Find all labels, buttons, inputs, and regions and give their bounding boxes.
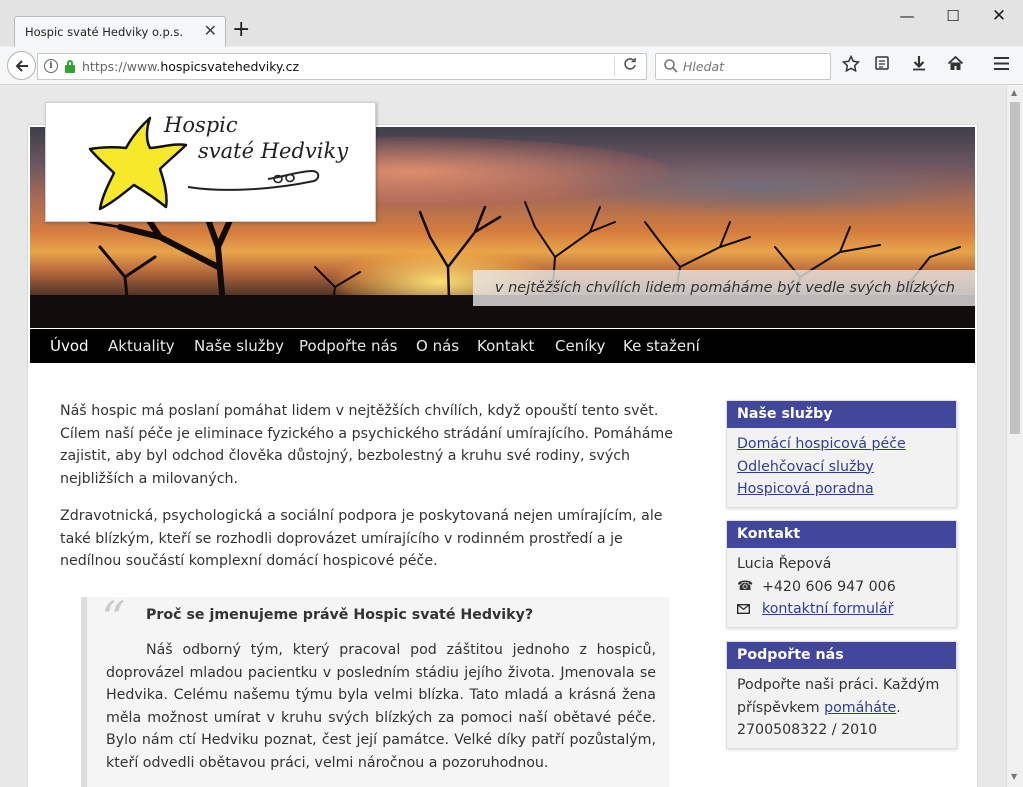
- site-logo[interactable]: Hospic svaté Hedviky: [45, 102, 376, 222]
- contact-widget-title: Kontakt: [727, 521, 956, 548]
- home-icon[interactable]: [944, 55, 966, 77]
- support-widget: Podpořte nás Podpořte naši práci. Každým…: [726, 641, 957, 749]
- back-arrow-icon[interactable]: [7, 51, 36, 80]
- tab-title: Hospic svaté Hedviky o.p.s.: [25, 25, 184, 39]
- url-prefix: https://www.: [82, 59, 161, 74]
- search-icon: [663, 58, 679, 74]
- services-widget-title: Naše služby: [727, 401, 956, 428]
- contact-form-link[interactable]: kontaktní formulář: [762, 601, 893, 617]
- contact-name: Lucia Řepová: [737, 556, 832, 572]
- main-content: Náš hospic má poslaní pomáhat lidem v ne…: [60, 400, 680, 588]
- mail-icon: [737, 598, 750, 623]
- logo-text-hospic: Hospic: [164, 113, 238, 137]
- scroll-down-icon[interactable]: ▼: [1011, 772, 1017, 781]
- service-link-home-care[interactable]: Domácí hospicová péče: [737, 436, 906, 452]
- intro-paragraph: Náš hospic má poslaní pomáhat lidem v ne…: [60, 403, 673, 487]
- search-input[interactable]: Hledat: [655, 53, 831, 80]
- nav-item-uvod[interactable]: Úvod: [50, 329, 89, 363]
- nav-item-nase-sluzby[interactable]: Naše služby: [194, 329, 284, 363]
- page-container: v nejtěžších chvílích lidem pomáháme být…: [27, 124, 978, 787]
- service-link-respite[interactable]: Odlehčovací služby: [737, 459, 874, 475]
- scroll-up-icon[interactable]: ▲: [1011, 88, 1017, 97]
- new-tab-icon[interactable]: +: [232, 19, 250, 41]
- contact-widget: Kontakt Lucia Řepová ☎ +420 606 947 006 …: [726, 520, 957, 628]
- nav-item-ceniky[interactable]: Ceníky: [555, 329, 605, 363]
- window-close-button[interactable]: ✕: [984, 4, 1014, 28]
- quote-title: Proč se jmenujeme právě Hospic svaté Hed…: [146, 607, 534, 623]
- address-bar[interactable]: i https://www.hospicsvatehedviky.cz: [37, 53, 647, 80]
- nav-item-o-nas[interactable]: O nás: [416, 329, 459, 363]
- logo-swash-icon: [187, 169, 320, 191]
- nav-item-ke-stazeni[interactable]: Ke stažení: [623, 329, 700, 363]
- bank-account: 2700508322 / 2010: [737, 722, 878, 739]
- divider: [614, 57, 615, 76]
- reading-list-icon[interactable]: [871, 55, 893, 77]
- browser-toolbar: i https://www.hospicsvatehedviky.cz Hled…: [0, 47, 1023, 85]
- lock-icon: [65, 60, 75, 73]
- info-icon[interactable]: i: [44, 59, 58, 73]
- services-widget: Naše služby Domácí hospicová péče Odlehč…: [726, 400, 957, 508]
- url-text[interactable]: https://www.hospicsvatehedviky.cz: [82, 59, 299, 74]
- menu-icon[interactable]: [990, 55, 1012, 77]
- main-navigation: Úvod Aktuality Naše služby Podpořte nás …: [30, 329, 975, 363]
- support-paragraph: Zdravotnická, psychologická a sociální p…: [60, 508, 663, 569]
- nav-item-podporte-nas[interactable]: Podpořte nás: [299, 329, 397, 363]
- service-link-counselling[interactable]: Hospicová poradna: [737, 481, 874, 497]
- support-donate-link[interactable]: pomáháte: [824, 700, 896, 716]
- url-domain: hospicsvatehedviky.cz: [160, 59, 300, 74]
- contact-phone: +420 606 947 006: [762, 578, 896, 595]
- nav-item-kontakt[interactable]: Kontakt: [477, 329, 534, 363]
- hero-tagline: v nejtěžších chvílích lidem pomáháme být…: [472, 270, 975, 306]
- tab-close-icon[interactable]: ✕: [204, 22, 217, 40]
- bookmark-star-icon[interactable]: [840, 54, 862, 77]
- quote-block: “ Proč se jmenujeme právě Hospic svaté H…: [81, 591, 669, 787]
- logo-text-svate-hedviky: svaté Hedviky: [198, 139, 349, 163]
- page-scrollbar[interactable]: ▲ ▼: [1006, 86, 1023, 787]
- nav-item-aktuality[interactable]: Aktuality: [108, 329, 175, 363]
- window-maximize-button[interactable]: ☐: [938, 4, 968, 28]
- reload-icon[interactable]: [623, 57, 637, 75]
- quote-body: Náš odborný tým, který pracoval pod zášt…: [106, 642, 656, 771]
- download-icon[interactable]: [908, 55, 930, 77]
- scroll-thumb[interactable]: [1010, 102, 1020, 434]
- window-minimize-button[interactable]: —: [892, 4, 922, 28]
- search-placeholder: Hledat: [683, 59, 725, 74]
- window-titlebar: Hospic svaté Hedviky o.p.s. ✕ + — ☐ ✕: [0, 0, 1023, 48]
- support-widget-title: Podpořte nás: [727, 642, 956, 669]
- browser-tab[interactable]: Hospic svaté Hedviky o.p.s. ✕: [14, 16, 226, 48]
- phone-icon: ☎: [737, 578, 754, 594]
- support-text-end: .: [896, 699, 901, 716]
